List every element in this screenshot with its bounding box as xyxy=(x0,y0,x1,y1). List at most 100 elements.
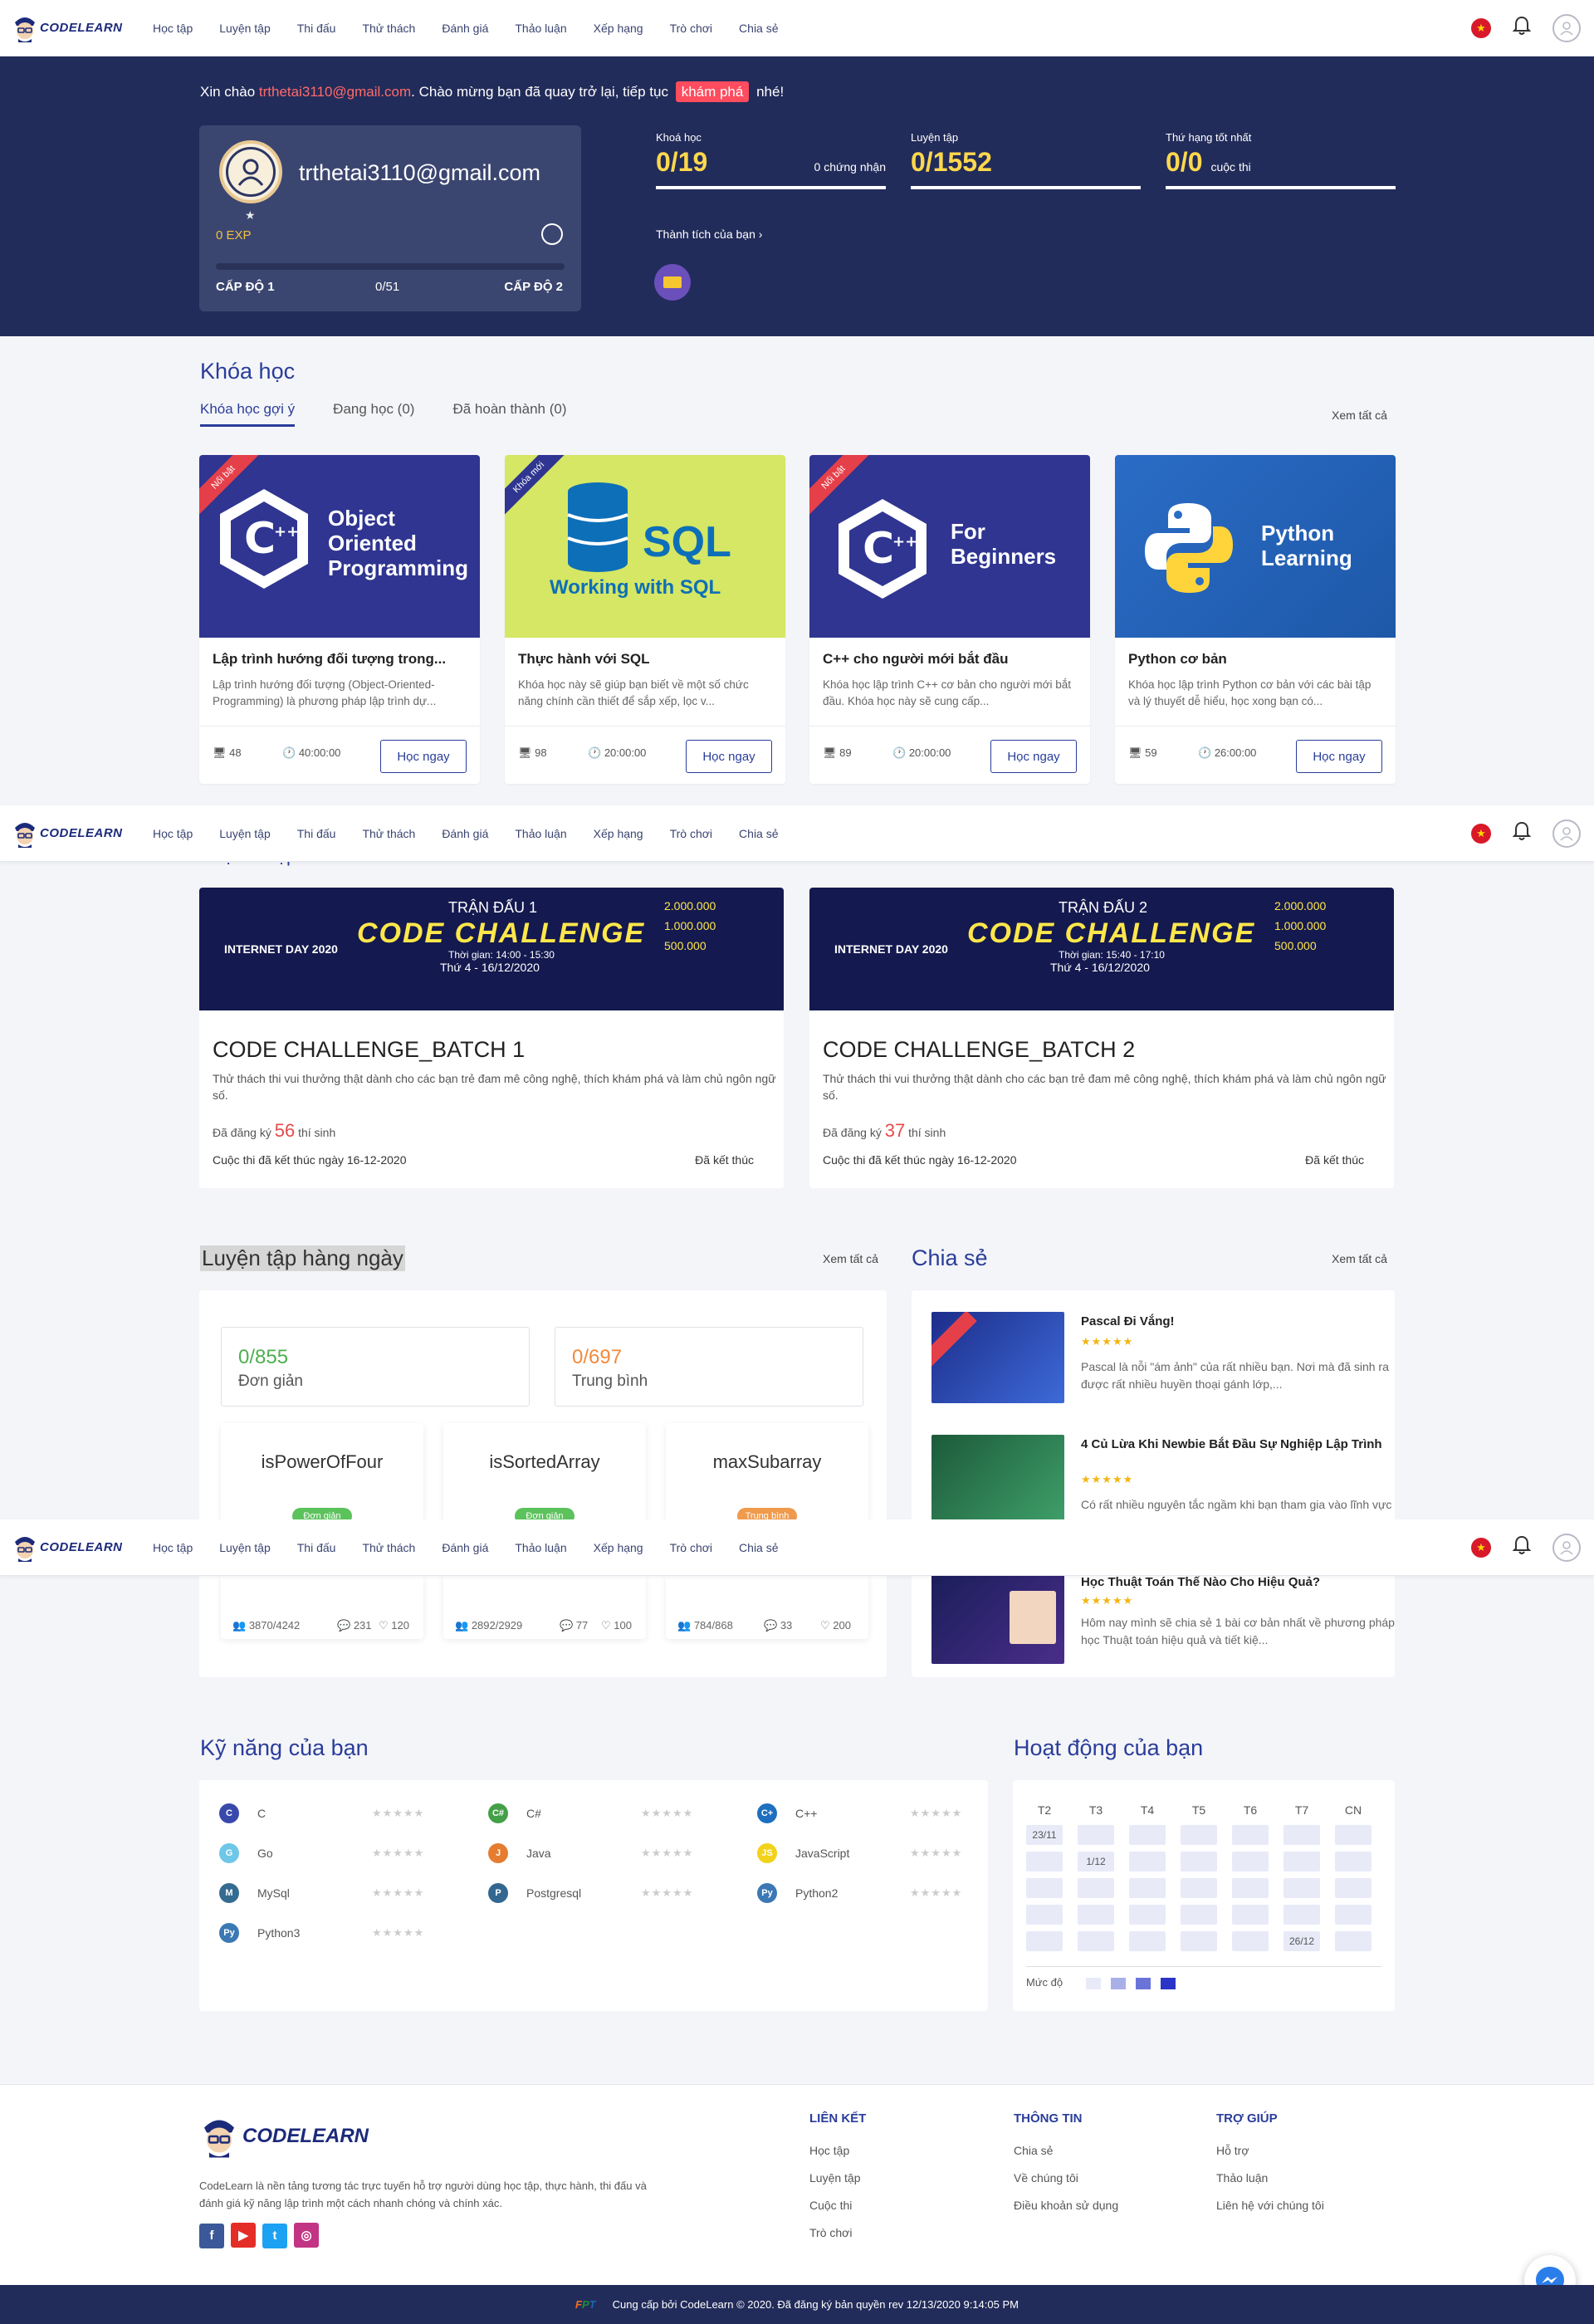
problem-card[interactable]: maxSubarray Trung bình xyxy=(666,1423,868,1534)
nav-item[interactable]: Trò chơi xyxy=(670,827,712,840)
skill-item[interactable]: M MySql ★★★★★ xyxy=(219,1883,452,1903)
skill-item[interactable]: C C ★★★★★ xyxy=(219,1803,452,1823)
skill-item[interactable]: P Postgresql ★★★★★ xyxy=(488,1883,721,1903)
learn-now-button[interactable]: Học ngay xyxy=(686,740,772,773)
share-see-all[interactable]: Xem tất cả xyxy=(1332,1252,1387,1265)
easy-score[interactable]: 0/855 Đơn giản xyxy=(221,1327,530,1407)
course-card[interactable]: Nổi bật C ++ For Beginners C++ cho người … xyxy=(809,455,1090,784)
nav-item[interactable]: Thảo luận xyxy=(515,22,566,35)
stat-practice[interactable]: Luyện tập 0/1552 xyxy=(911,131,1141,189)
nav-item[interactable]: Luyện tập xyxy=(219,1541,271,1554)
contest-card[interactable]: TRẬN ĐẤU 1 CODE CHALLENGE Thời gian: 14:… xyxy=(199,888,784,1188)
tab-suggested[interactable]: Khóa học gợi ý xyxy=(200,401,296,427)
nav-item[interactable]: Chia sẻ xyxy=(739,1541,778,1554)
problem-card[interactable]: isPowerOfFour Đơn giản xyxy=(221,1423,423,1534)
explore-link[interactable]: khám phá xyxy=(675,81,750,102)
footer-link[interactable]: Về chúng tôi xyxy=(1014,2171,1118,2185)
nav-item[interactable]: Thi đấu xyxy=(297,22,336,35)
skill-item[interactable]: Py Python2 ★★★★★ xyxy=(757,1883,990,1903)
nav-item[interactable]: Trò chơi xyxy=(670,22,712,35)
nav-item[interactable]: Thử thách xyxy=(362,22,415,35)
problem-card-footer[interactable]: 👥 3870/4242 💬 231 ♡ 120 xyxy=(221,1576,423,1639)
learn-now-button[interactable]: Học ngay xyxy=(1296,740,1382,773)
skill-item[interactable]: Py Python3 ★★★★★ xyxy=(219,1923,452,1943)
greeting-email[interactable]: trthetai3110@gmail.com xyxy=(259,84,411,100)
footer-link[interactable]: Hỗ trợ xyxy=(1216,2144,1324,2157)
bell-icon[interactable] xyxy=(1512,821,1532,846)
vietnam-flag-icon[interactable]: ★ xyxy=(1471,823,1491,844)
learn-now-button[interactable]: Học ngay xyxy=(990,740,1077,773)
course-card[interactable]: Khóa mới SQL Working with SQL Thực hành … xyxy=(505,455,785,784)
nav-item[interactable]: Luyện tập xyxy=(219,827,271,840)
trophy-icon[interactable] xyxy=(541,223,563,245)
footer-link[interactable]: Cuộc thi xyxy=(809,2199,866,2212)
footer-link[interactable]: Học tập xyxy=(809,2144,866,2157)
problem-card[interactable]: isSortedArray Đơn giản xyxy=(443,1423,646,1534)
nav-item[interactable]: Đánh giá xyxy=(442,1541,488,1554)
nav-item[interactable]: Đánh giá xyxy=(442,22,488,35)
nav-item[interactable]: Chia sẻ xyxy=(739,22,778,35)
footer-link[interactable]: Luyện tập xyxy=(809,2171,866,2185)
logo[interactable]: CODELEARN xyxy=(12,1534,136,1562)
skill-item[interactable]: C+ C++ ★★★★★ xyxy=(757,1803,990,1823)
tab-completed[interactable]: Đã hoàn thành (0) xyxy=(452,401,566,427)
nav-item[interactable]: Trò chơi xyxy=(670,1541,712,1554)
user-avatar-icon[interactable] xyxy=(1552,13,1581,42)
medium-score[interactable]: 0/697 Trung bình xyxy=(555,1327,863,1407)
footer-link[interactable]: Thảo luận xyxy=(1216,2171,1324,2185)
nav-item[interactable]: Thảo luận xyxy=(515,827,566,840)
footer-link[interactable]: Chia sẻ xyxy=(1014,2144,1118,2157)
nav-item[interactable]: Chia sẻ xyxy=(739,827,778,840)
nav-item[interactable]: Xếp hạng xyxy=(594,827,643,840)
nav-item[interactable]: Thảo luận xyxy=(515,1541,566,1554)
user-avatar-icon[interactable] xyxy=(1552,819,1581,848)
bell-icon[interactable] xyxy=(1512,16,1532,41)
logo[interactable]: CODELEARN xyxy=(12,14,136,42)
nav-item[interactable]: Luyện tập xyxy=(219,22,271,35)
facebook-icon[interactable]: f xyxy=(199,2223,224,2248)
achievement-badge-icon[interactable] xyxy=(654,264,691,301)
profile-avatar[interactable] xyxy=(219,140,282,203)
nav-item[interactable]: Thi đấu xyxy=(297,1541,336,1554)
nav-item[interactable]: Xếp hạng xyxy=(594,1541,643,1554)
nav-item[interactable]: Thử thách xyxy=(362,1541,415,1554)
nav-item[interactable]: Thử thách xyxy=(362,827,415,840)
stat-courses[interactable]: Khoá học 0/19 0 chứng nhận xyxy=(656,131,886,189)
share-item[interactable]: Học Thuật Toán Thế Nào Cho Hiệu Quả? ★★★… xyxy=(931,1573,1413,1664)
youtube-icon[interactable]: ▶ xyxy=(231,2223,256,2248)
nav-item[interactable]: Học tập xyxy=(153,827,193,840)
skill-item[interactable]: G Go ★★★★★ xyxy=(219,1843,452,1863)
vietnam-flag-icon[interactable]: ★ xyxy=(1471,1537,1491,1558)
tab-in-progress[interactable]: Đang học (0) xyxy=(333,401,414,427)
logo[interactable]: CODELEARN xyxy=(12,820,136,848)
skill-item[interactable]: J Java ★★★★★ xyxy=(488,1843,721,1863)
problem-card-footer[interactable]: 👥 2892/2929 💬 77 ♡ 100 xyxy=(443,1576,646,1639)
problem-card-footer[interactable]: 👥 784/868 💬 33 ♡ 200 xyxy=(666,1576,868,1639)
share-item[interactable]: 4 Củ Lừa Khi Newbie Bắt Đầu Sự Nghiệp Lậ… xyxy=(931,1435,1413,1526)
achievements-link[interactable]: Thành tích của bạn › xyxy=(656,228,762,241)
nav-item[interactable]: Xếp hạng xyxy=(594,22,643,35)
user-avatar-icon[interactable] xyxy=(1552,1533,1581,1562)
share-item[interactable]: Pascal Đi Vắng! ★★★★★ Pascal là nỗi "ám … xyxy=(931,1312,1413,1403)
twitter-icon[interactable]: t xyxy=(262,2223,287,2248)
contest-card[interactable]: TRẬN ĐẤU 2 CODE CHALLENGE Thời gian: 15:… xyxy=(809,888,1394,1188)
footer-logo[interactable]: CODELEARN xyxy=(199,2115,369,2158)
nav-item[interactable]: Thi đấu xyxy=(297,827,336,840)
vietnam-flag-icon[interactable]: ★ xyxy=(1471,17,1491,38)
courses-see-all[interactable]: Xem tất cả xyxy=(1332,409,1387,422)
bell-icon[interactable] xyxy=(1512,1535,1532,1560)
skill-item[interactable]: JS JavaScript ★★★★★ xyxy=(757,1843,990,1863)
footer-link[interactable]: Điều khoản sử dụng xyxy=(1014,2199,1118,2212)
learn-now-button[interactable]: Học ngay xyxy=(380,740,467,773)
practice-see-all[interactable]: Xem tất cả xyxy=(823,1252,878,1265)
nav-item[interactable]: Học tập xyxy=(153,22,193,35)
course-card[interactable]: Nổi bật C ++ Object Oriented Programming … xyxy=(199,455,480,784)
nav-item[interactable]: Học tập xyxy=(153,1541,193,1554)
footer-link[interactable]: Liên hệ với chúng tôi xyxy=(1216,2199,1324,2212)
nav-item[interactable]: Đánh giá xyxy=(442,827,488,840)
course-card[interactable]: Python Learning Python cơ bản Khóa học l… xyxy=(1115,455,1396,784)
instagram-icon[interactable]: ◎ xyxy=(294,2223,319,2248)
footer-link[interactable]: Trò chơi xyxy=(809,2226,866,2239)
skill-item[interactable]: C# C# ★★★★★ xyxy=(488,1803,721,1823)
stat-best-rank[interactable]: Thứ hạng tốt nhất 0/0 cuộc thi xyxy=(1166,131,1396,189)
